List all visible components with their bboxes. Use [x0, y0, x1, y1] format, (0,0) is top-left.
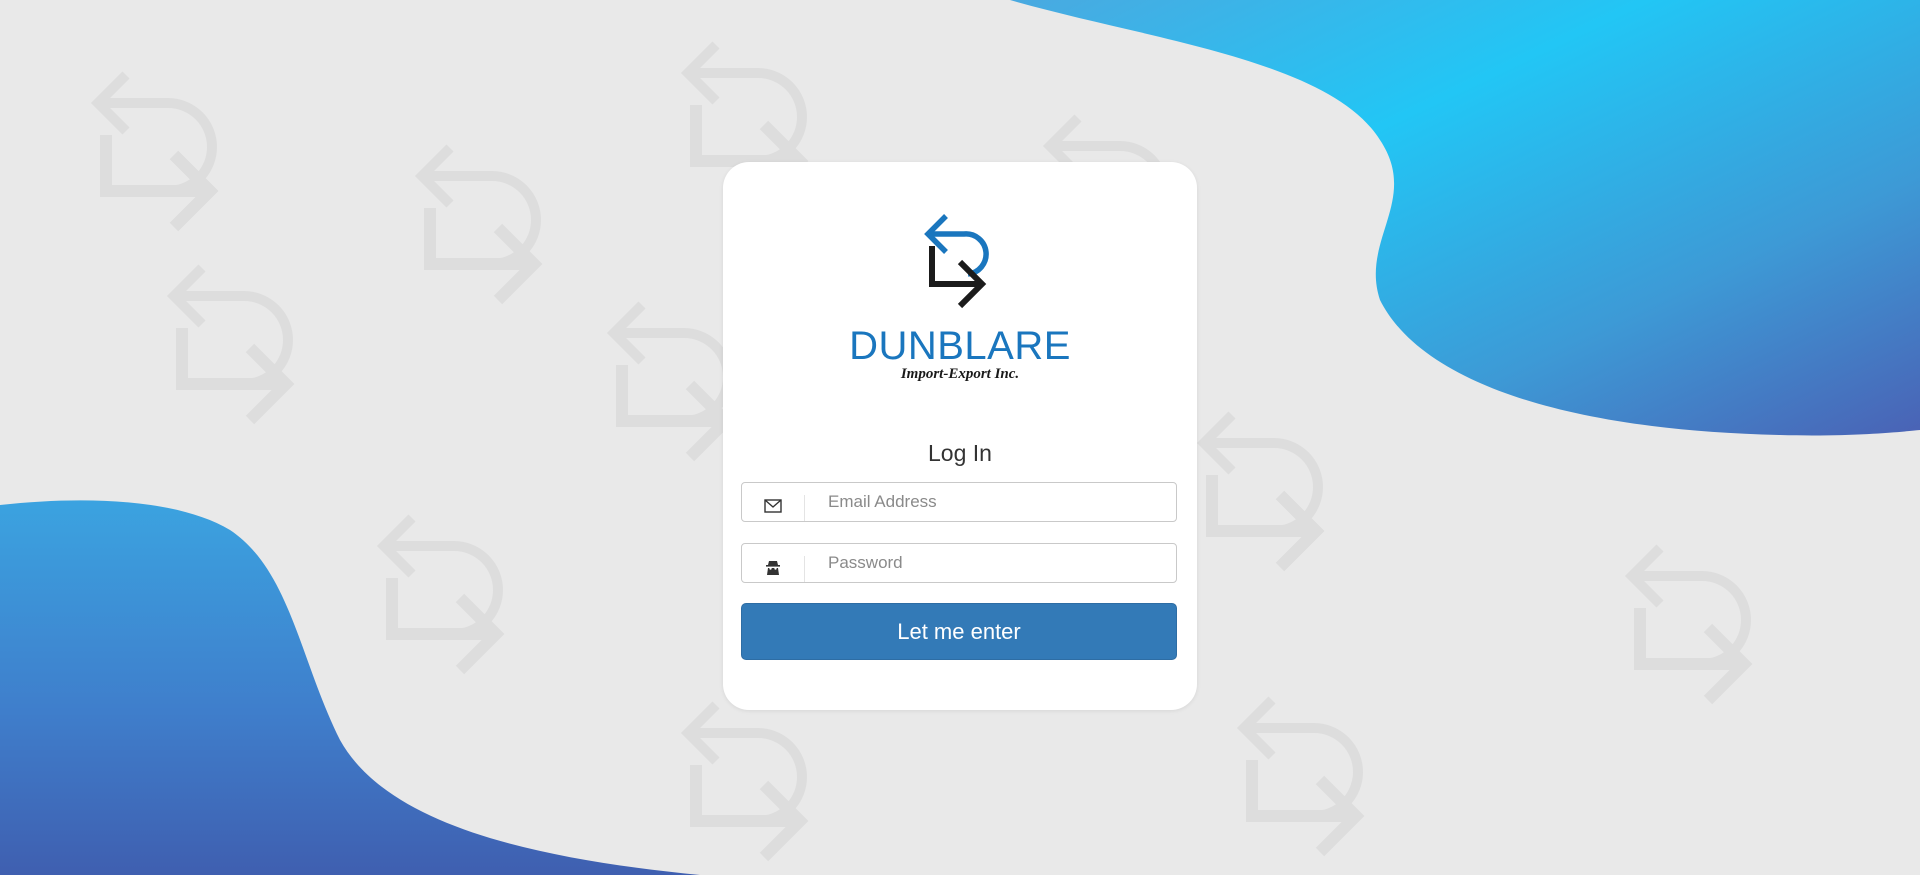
email-field-separator — [804, 495, 805, 521]
brand-name: DUNBLARE — [849, 324, 1071, 368]
password-input[interactable] — [806, 544, 1166, 582]
password-field-separator — [804, 556, 805, 582]
dunblare-logo-icon — [924, 214, 989, 309]
envelope-icon — [742, 483, 804, 521]
login-card: DUNBLARE Import-Export Inc. Log In Let m… — [723, 162, 1197, 710]
email-input[interactable] — [806, 483, 1166, 521]
bottom-left-wave — [0, 500, 700, 875]
incognito-icon — [742, 544, 804, 582]
brand-logo: DUNBLARE Import-Export Inc. — [723, 210, 1197, 383]
login-submit-button[interactable]: Let me enter — [741, 603, 1177, 660]
email-field — [741, 482, 1177, 522]
brand-subtitle: Import-Export Inc. — [900, 366, 1020, 382]
password-field — [741, 543, 1177, 583]
login-title: Log In — [928, 440, 992, 466]
